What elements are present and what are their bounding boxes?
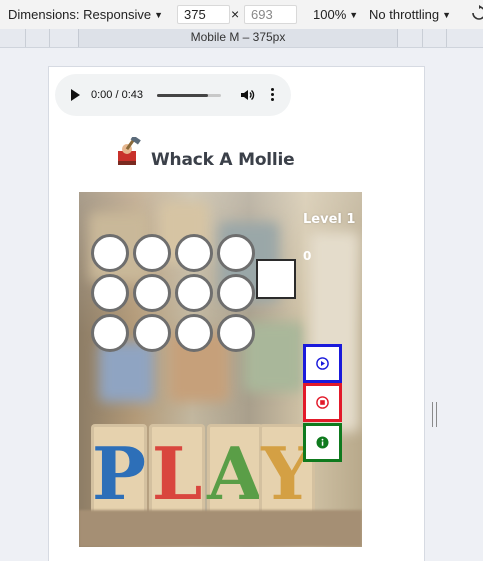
mole-hole[interactable] <box>91 274 129 312</box>
media-query-bar: Mobile M – 375px <box>0 29 483 48</box>
game-title: Whack A Mollie <box>151 150 295 170</box>
width-input[interactable]: 375 <box>177 5 230 24</box>
more-options-icon[interactable] <box>271 87 275 103</box>
mole-hole[interactable] <box>133 314 171 352</box>
mollie-logo-icon <box>118 137 141 165</box>
mole-hole[interactable] <box>91 314 129 352</box>
zoom-dropdown[interactable]: 100% ▼ <box>313 7 358 22</box>
play-icon[interactable] <box>71 89 80 101</box>
mole-hole[interactable] <box>133 234 171 272</box>
dropdown-arrow-icon: ▼ <box>349 10 359 20</box>
dropdown-arrow-icon: ▼ <box>442 10 452 20</box>
dimensions-label: Dimensions: Responsive <box>8 7 152 22</box>
stop-circle-icon <box>316 396 329 409</box>
mole-hole[interactable] <box>175 274 213 312</box>
mq-tick[interactable] <box>446 29 447 47</box>
volume-icon[interactable] <box>239 87 255 103</box>
viewport-resize-handle[interactable] <box>432 402 437 427</box>
zoom-label: 100% <box>313 7 347 22</box>
media-query-label[interactable]: Mobile M – 375px <box>78 29 398 47</box>
mq-tick[interactable] <box>49 29 50 47</box>
dimensions-dropdown[interactable]: Dimensions: Responsive ▼ <box>8 7 163 22</box>
audio-time: 0:00 / 0:43 <box>91 89 143 101</box>
devtools-toolbar: Dimensions: Responsive ▼ 375 × 693 100% ▼ … <box>0 0 483 30</box>
mole-hole[interactable] <box>133 274 171 312</box>
mole-hole[interactable] <box>91 234 129 272</box>
times-sign: × <box>231 6 240 22</box>
mole-hole[interactable] <box>175 314 213 352</box>
throttling-label: No throttling <box>369 7 440 22</box>
mq-tick[interactable] <box>25 29 26 47</box>
audio-player: 0:00 / 0:43 <box>55 74 291 116</box>
throttling-dropdown[interactable]: No throttling ▼ <box>369 7 451 22</box>
audio-progress-fill <box>157 94 209 97</box>
board-letter-block: A <box>207 424 263 524</box>
mole-hole[interactable] <box>175 234 213 272</box>
score-label: 0 <box>303 249 312 263</box>
info-circle-icon <box>316 436 329 449</box>
stop-button[interactable] <box>303 383 342 422</box>
target-box[interactable] <box>256 259 296 299</box>
level-label: Level 1 <box>303 212 356 227</box>
board-letter-block: L <box>149 424 205 524</box>
info-button[interactable] <box>303 423 342 462</box>
game-board: P L A Y Level 1 0 <box>79 192 362 547</box>
mole-hole[interactable] <box>217 314 255 352</box>
mq-tick[interactable] <box>422 29 423 47</box>
mole-hole[interactable] <box>217 274 255 312</box>
audio-progress-bar[interactable] <box>157 94 221 97</box>
rotate-icon[interactable] <box>472 5 483 24</box>
device-viewport: 0:00 / 0:43 Whack A Mollie P L A Y Level… <box>49 67 424 561</box>
play-circle-icon <box>316 357 329 370</box>
height-input[interactable]: 693 <box>244 5 297 24</box>
dropdown-arrow-icon: ▼ <box>154 10 163 20</box>
mole-hole[interactable] <box>217 234 255 272</box>
board-letter-block: P <box>91 424 147 524</box>
play-button[interactable] <box>303 344 342 383</box>
